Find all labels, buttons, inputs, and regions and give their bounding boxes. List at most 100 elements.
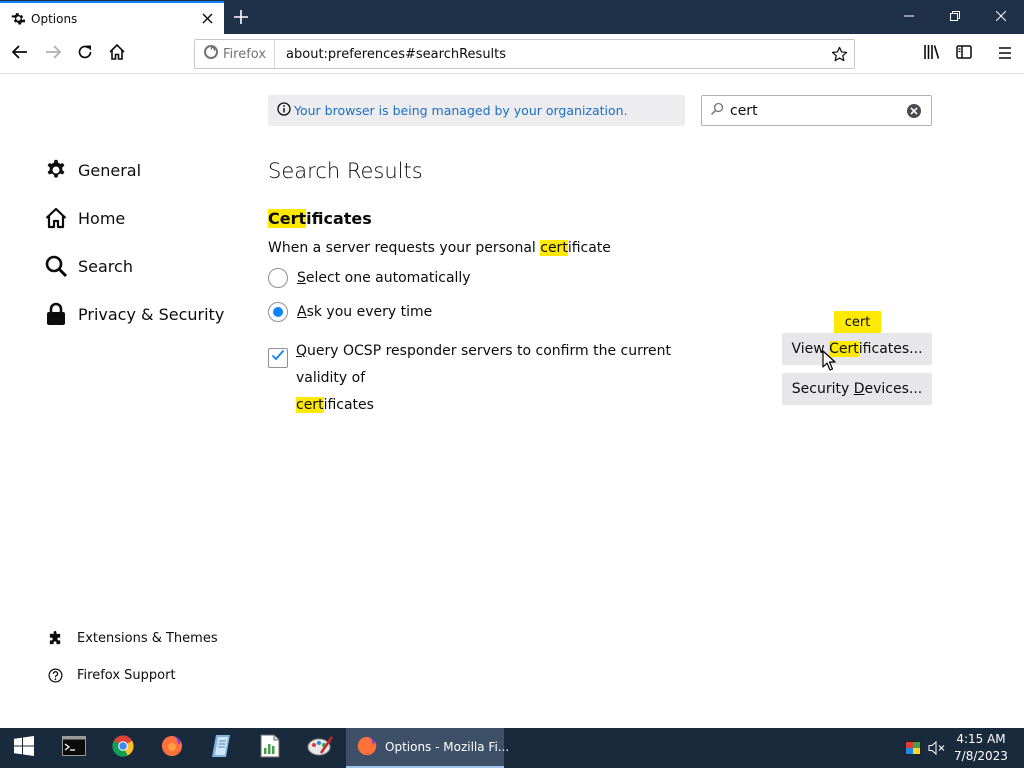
- view-certificates-button[interactable]: View Cert ificates...: [782, 333, 932, 365]
- sidebar-icon: [956, 44, 972, 64]
- ocsp-label-text: ificates: [323, 397, 374, 413]
- clock-date: 7/8/2023: [954, 749, 1008, 763]
- gear-icon: [9, 11, 25, 27]
- category-label[interactable]: General: [78, 161, 141, 180]
- home-button[interactable]: [103, 40, 131, 68]
- chrome-icon: [112, 735, 134, 761]
- hamburger-icon: [998, 45, 1012, 64]
- search-icon: [710, 101, 724, 120]
- identity-label: Firefox: [223, 46, 267, 62]
- description-text: ificate: [567, 240, 611, 256]
- firefox-icon: [160, 734, 184, 762]
- taskbar-paint[interactable]: [296, 728, 344, 768]
- firefox-support-label[interactable]: Firefox Support: [77, 668, 176, 683]
- accesskey-letter: A: [297, 304, 307, 320]
- firefox-support-link[interactable]: Firefox Support: [46, 666, 176, 684]
- home-icon: [108, 43, 126, 65]
- library-button[interactable]: [918, 40, 946, 68]
- help-icon: [46, 666, 64, 684]
- button-text: Security: [791, 381, 854, 397]
- taskbar-notepad[interactable]: [197, 728, 245, 768]
- extensions-themes-label[interactable]: Extensions & Themes: [77, 631, 218, 646]
- search-highlight: cert: [540, 240, 568, 256]
- checkmark-icon: [271, 345, 285, 372]
- minimize-button[interactable]: [886, 0, 932, 32]
- windows-taskbar: Options - Mozilla Fi... 4:15 AM 7/8/2023: [0, 728, 1024, 768]
- clear-search-icon[interactable]: [904, 101, 924, 121]
- policies-notice-text[interactable]: Your browser is being managed by your or…: [294, 103, 628, 118]
- search-highlight: cert: [296, 397, 324, 413]
- category-label[interactable]: Privacy & Security: [78, 305, 224, 324]
- accesskey-letter: S: [297, 270, 306, 286]
- tab-options[interactable]: Options: [0, 1, 224, 34]
- accesskey-letter: D: [853, 381, 865, 397]
- radio-label-text: elect one automatically: [305, 270, 471, 286]
- start-button[interactable]: [0, 728, 48, 768]
- radio-button[interactable]: [268, 268, 288, 288]
- home-icon: [44, 206, 68, 230]
- security-devices-button[interactable]: Security Devices...: [782, 373, 932, 405]
- spreadsheet-icon: [260, 734, 280, 762]
- firefox-logo-icon: [203, 44, 219, 64]
- url-bar[interactable]: Firefox about:preferences#searchResults: [194, 39, 855, 69]
- certificate-request-description: When a server requests your personal cer…: [268, 240, 611, 256]
- taskbar-chrome[interactable]: [99, 728, 147, 768]
- url-text[interactable]: about:preferences#searchResults: [286, 47, 826, 62]
- forward-arrow-icon: [44, 43, 62, 65]
- extensions-themes-link[interactable]: Extensions & Themes: [46, 629, 218, 647]
- window-close-button[interactable]: [978, 0, 1024, 32]
- radio-select-automatically[interactable]: Select one automatically: [268, 268, 471, 288]
- search-input[interactable]: cert: [701, 95, 932, 126]
- radio-ask-every-time[interactable]: Ask you every time: [268, 302, 432, 322]
- search-highlight: Cert: [268, 209, 307, 228]
- ocsp-checkbox-row[interactable]: Query OCSP responder servers to confirm …: [268, 338, 726, 419]
- category-home[interactable]: Home: [44, 206, 125, 230]
- category-label[interactable]: Search: [78, 257, 133, 276]
- accesskey-letter: Q: [296, 343, 308, 359]
- bookmark-star-icon[interactable]: [826, 46, 852, 63]
- info-icon: [277, 102, 291, 119]
- button-text: ificates...: [858, 341, 923, 357]
- radio-button-checked[interactable]: [268, 302, 288, 322]
- restore-button[interactable]: [932, 0, 978, 32]
- policies-notice[interactable]: Your browser is being managed by your or…: [268, 95, 685, 126]
- new-tab-button[interactable]: [229, 5, 253, 29]
- section-title-rest: ificates: [306, 209, 372, 228]
- taskbar-spreadsheet[interactable]: [246, 728, 294, 768]
- search-icon: [44, 254, 68, 278]
- tab-strip: Options: [0, 0, 1024, 34]
- reload-button[interactable]: [71, 40, 99, 68]
- search-value[interactable]: cert: [730, 103, 904, 119]
- identity-box[interactable]: Firefox: [195, 40, 276, 68]
- ocsp-checkbox[interactable]: [268, 348, 288, 368]
- back-button[interactable]: [6, 40, 34, 68]
- category-label[interactable]: Home: [78, 209, 125, 228]
- menu-button[interactable]: [991, 40, 1019, 68]
- tray-color-icon[interactable]: [902, 728, 924, 768]
- gear-icon: [44, 158, 68, 182]
- navigation-toolbar: Firefox about:preferences#searchResults: [0, 34, 1024, 74]
- ocsp-label[interactable]: Query OCSP responder servers to confirm …: [296, 338, 726, 419]
- close-icon[interactable]: [198, 10, 216, 28]
- button-text: evices...: [864, 381, 923, 397]
- sidebar-toggle-button[interactable]: [950, 40, 978, 68]
- puzzle-icon: [46, 629, 64, 647]
- category-general[interactable]: General: [44, 158, 141, 182]
- forward-button[interactable]: [39, 40, 67, 68]
- firefox-icon: [356, 735, 378, 760]
- reload-icon: [77, 44, 93, 64]
- radio-label-text: sk you every time: [306, 304, 433, 320]
- taskbar-active-firefox-window[interactable]: Options - Mozilla Fi...: [346, 728, 509, 768]
- radio-label[interactable]: Select one automatically: [297, 270, 471, 286]
- category-privacy[interactable]: Privacy & Security: [44, 302, 224, 326]
- description-text: When a server requests your personal: [268, 240, 541, 256]
- preferences-page: Your browser is being managed by your or…: [0, 75, 1024, 728]
- clock-time: 4:15 AM: [956, 732, 1006, 746]
- taskbar-firefox[interactable]: [148, 728, 196, 768]
- page-title: Search Results: [268, 159, 423, 183]
- system-clock[interactable]: 4:15 AM 7/8/2023: [944, 731, 1018, 765]
- section-title-certificates: Certificates: [268, 209, 372, 228]
- category-search[interactable]: Search: [44, 254, 133, 278]
- taskbar-terminal[interactable]: [50, 728, 98, 768]
- radio-label[interactable]: Ask you every time: [297, 304, 432, 320]
